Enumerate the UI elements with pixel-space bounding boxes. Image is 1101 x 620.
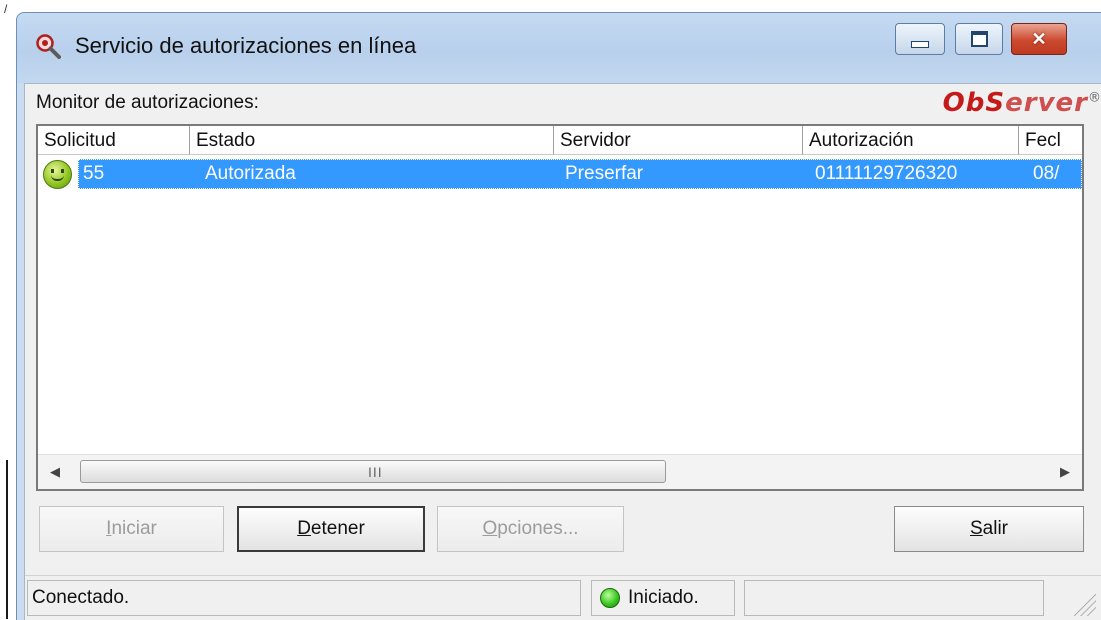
column-header-fecha[interactable]: Fecl [1019,126,1082,155]
maximize-button[interactable] [955,23,1003,55]
cell-solicitud: 55 [83,163,105,184]
background-edge [6,460,8,619]
column-header-solicitud[interactable]: Solicitud [38,126,190,155]
status-bar: Conectado. Iniciado. [25,575,1101,620]
salir-button[interactable]: Salir [894,506,1084,552]
maximize-icon [970,31,988,47]
scrollbar-thumb[interactable]: III [80,460,666,483]
horizontal-scrollbar[interactable]: ◀ III ▶ [38,454,1082,489]
cell-autorizacion: 01111129726320 [815,163,958,184]
service-state-text: Iniciado. [628,587,699,608]
window-title: Servicio de autorizaciones en línea [75,33,417,58]
minimize-icon [911,40,929,48]
column-header-estado[interactable]: Estado [190,126,554,155]
opciones-button[interactable]: Opciones... [437,506,624,552]
scroll-right-icon[interactable]: ▶ [1054,461,1076,483]
app-window: Servicio de autorizaciones en línea ✕ Mo… [16,12,1101,620]
title-bar[interactable]: Servicio de autorizaciones en línea ✕ [17,13,1101,83]
minimize-button[interactable] [895,23,945,55]
close-button[interactable]: ✕ [1011,23,1067,55]
authorizations-list[interactable]: Solicitud Estado Servidor Autorización F… [36,124,1084,491]
close-icon: ✕ [1031,28,1047,49]
cell-servidor: Preserfar [565,163,644,184]
resize-grip-icon[interactable] [1074,594,1096,616]
scroll-left-icon[interactable]: ◀ [44,461,66,483]
magnifier-app-icon [36,34,61,59]
status-extra-pane [744,580,1044,616]
cell-fecha: 08/ [1033,163,1060,184]
observer-logo: ObServer® [942,88,1101,118]
smiley-icon [43,160,72,189]
cell-estado: Autorizada [205,163,296,184]
iniciar-button[interactable]: Iniciar [39,506,224,552]
list-header: Solicitud Estado Servidor Autorización F… [38,126,1082,157]
monitor-label: Monitor de autorizaciones: [36,92,259,113]
stray-mark: / [4,2,8,16]
scroll-grip-icon: III [368,464,383,480]
table-row[interactable]: 55 Autorizada Preserfar 01111129726320 0… [78,159,1082,189]
service-state: Iniciado. [591,580,735,616]
dialog-client-area: Monitor de autorizaciones: ObServer® Sol… [24,83,1101,620]
connection-status: Conectado. [27,580,581,616]
column-header-servidor[interactable]: Servidor [554,126,803,155]
detener-button[interactable]: Detener [237,506,425,552]
green-led-icon [600,588,620,608]
column-header-autorizacion[interactable]: Autorización [803,126,1019,155]
